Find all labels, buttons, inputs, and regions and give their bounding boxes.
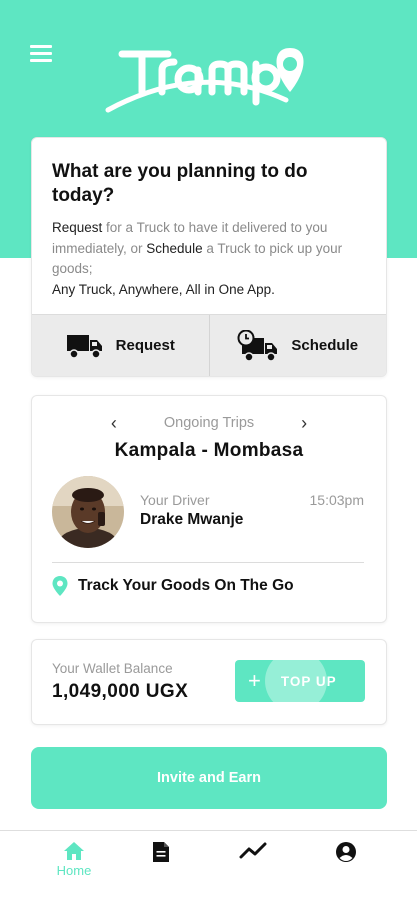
scheduled-truck-icon (237, 329, 278, 362)
wallet-card: Your Wallet Balance 1,049,000 UGX + TOP … (31, 639, 387, 725)
driver-avatar (52, 476, 124, 548)
nav-item-activity[interactable] (223, 841, 283, 861)
wallet-balance-label: Your Wallet Balance (52, 661, 173, 676)
invite-and-earn-button[interactable]: Invite and Earn (31, 747, 387, 809)
document-icon (153, 842, 169, 862)
ongoing-trips-card: ‹ Ongoing Trips › Kampala - Mombasa Your… (31, 395, 387, 623)
desc-request-word: Request (52, 220, 103, 235)
track-goods-link[interactable]: Track Your Goods On The Go (52, 576, 294, 596)
trips-divider (52, 562, 364, 563)
driver-name: Drake Mwanje (140, 511, 244, 528)
desc-tagline: Any Truck, Anywhere, All in One App. (52, 281, 275, 297)
trip-route: Kampala - Mombasa (114, 440, 304, 461)
schedule-label: Schedule (291, 337, 359, 354)
trips-navigation: ‹ Ongoing Trips › (32, 414, 386, 432)
location-pin-icon (52, 576, 68, 596)
schedule-button[interactable]: Schedule (208, 315, 387, 376)
planning-card: What are you planning to do today? Reque… (31, 137, 387, 377)
wallet-balance-amount: 1,049,000 UGX (52, 681, 189, 702)
nav-item-documents[interactable] (131, 841, 191, 863)
app-logo (100, 40, 315, 120)
bottom-navigation: Home (0, 830, 417, 900)
track-goods-label: Track Your Goods On The Go (78, 577, 294, 594)
planning-description: Request for a Truck to have it delivered… (52, 218, 372, 300)
top-up-label: TOP UP (280, 673, 337, 689)
chevron-left-icon[interactable]: ‹ (106, 414, 122, 432)
nav-label-home: Home (56, 863, 92, 878)
nav-item-home[interactable]: Home (44, 841, 104, 878)
chevron-right-icon[interactable]: › (296, 414, 312, 432)
planning-title: What are you planning to do today? (52, 161, 308, 206)
trips-label: Ongoing Trips (163, 415, 255, 431)
truck-icon (66, 334, 102, 359)
request-label: Request (115, 337, 175, 354)
plus-icon: + (248, 668, 261, 693)
request-button[interactable]: Request (32, 315, 209, 376)
nav-item-profile[interactable] (316, 841, 376, 863)
driver-label: Your Driver (140, 492, 210, 508)
profile-icon (336, 842, 356, 862)
activity-icon (239, 842, 267, 859)
trip-time: 15:03pm (309, 492, 364, 508)
planning-actions: Request Schedule (32, 314, 386, 376)
top-up-button[interactable]: + TOP UP (235, 660, 365, 702)
menu-icon[interactable] (30, 45, 52, 63)
desc-schedule-word: Schedule (146, 240, 203, 256)
home-icon (64, 842, 84, 860)
